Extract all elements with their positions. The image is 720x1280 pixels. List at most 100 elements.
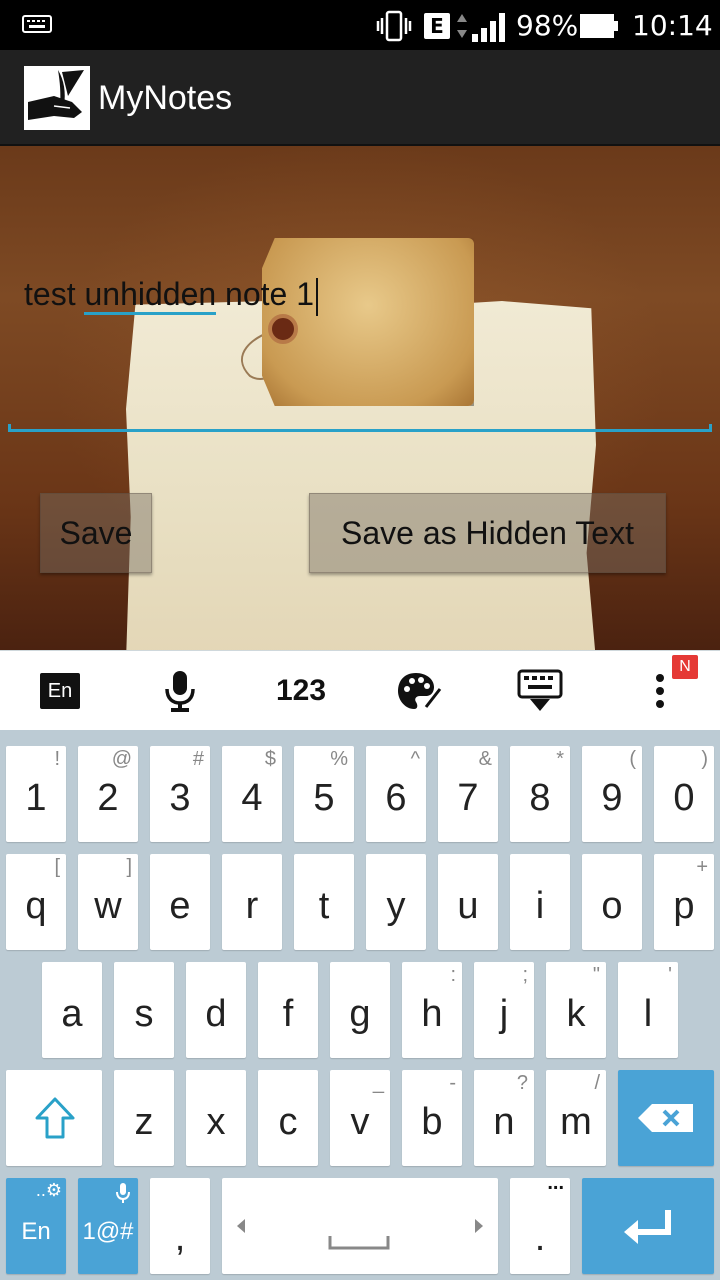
key-hint: %: [330, 748, 348, 770]
network-type-icon: E: [424, 13, 450, 39]
key-hint: ): [701, 748, 708, 770]
key-hint: [: [54, 856, 60, 878]
numbers-icon[interactable]: 123: [266, 651, 336, 731]
key-hint: ;: [522, 964, 528, 986]
key-label: 6: [385, 777, 407, 819]
save-hidden-button[interactable]: Save as Hidden Text: [309, 493, 666, 573]
key-0[interactable]: ) 0: [654, 746, 714, 842]
key-a[interactable]: a: [42, 962, 102, 1058]
key-b[interactable]: -b: [402, 1070, 462, 1166]
key-hint: -: [449, 1072, 456, 1094]
key-s[interactable]: s: [114, 962, 174, 1058]
key-i[interactable]: i: [510, 854, 570, 950]
shift-icon: [35, 1097, 75, 1139]
key-label: d: [205, 993, 227, 1035]
key-w[interactable]: ] w: [78, 854, 138, 950]
key-label: 2: [97, 777, 119, 819]
key-x[interactable]: x: [186, 1070, 246, 1166]
note-input[interactable]: test unhidden note 1: [24, 274, 319, 316]
key-t[interactable]: t: [294, 854, 354, 950]
palette-icon[interactable]: [390, 651, 450, 731]
key-hint: ?: [516, 1072, 528, 1094]
key-e[interactable]: e: [150, 854, 210, 950]
key-label: 7: [457, 777, 479, 819]
hide-keyboard-icon[interactable]: [510, 651, 570, 731]
period-key[interactable]: ... .: [510, 1172, 570, 1274]
key-o[interactable]: o: [582, 854, 642, 950]
keyboard-toolbar: En 123: [0, 650, 720, 730]
key-hint: !: [54, 748, 60, 770]
key-hint: ': [668, 964, 672, 986]
microphone-icon[interactable]: [150, 651, 210, 731]
key-label: l: [643, 993, 653, 1035]
shift-key[interactable]: [6, 1070, 102, 1166]
language-icon[interactable]: En: [40, 673, 80, 709]
key-v[interactable]: _ v: [330, 1070, 390, 1166]
key-k[interactable]: " k: [546, 962, 606, 1058]
key-g[interactable]: g: [330, 962, 390, 1058]
key-hint: +: [696, 856, 708, 878]
key-hint: (: [629, 748, 636, 770]
key-hint: :: [450, 964, 456, 986]
note-text-suggestion: unhidden: [84, 276, 217, 315]
key-3[interactable]: #3: [150, 746, 210, 842]
save-button[interactable]: Save: [40, 493, 152, 573]
key-f[interactable]: f: [258, 962, 318, 1058]
key-label: c: [278, 1101, 298, 1143]
key-label: 5: [313, 777, 335, 819]
key-label: y: [386, 885, 406, 927]
key-label: z: [134, 1101, 154, 1143]
key-q[interactable]: [q: [6, 854, 66, 950]
key-label: j: [499, 993, 509, 1035]
key-r[interactable]: r: [222, 854, 282, 950]
cursor-right-icon: [475, 1219, 483, 1233]
space-key[interactable]: [222, 1178, 498, 1274]
key-label: e: [169, 885, 191, 927]
key-z[interactable]: z: [114, 1070, 174, 1166]
battery-icon: [580, 14, 618, 38]
key-n[interactable]: ? n: [474, 1070, 534, 1166]
key-j[interactable]: ; j: [474, 962, 534, 1058]
key-label: 3: [169, 777, 191, 819]
status-bar: E 98% 10:14: [0, 0, 720, 50]
key-h[interactable]: :h: [402, 962, 462, 1058]
backspace-key[interactable]: [618, 1070, 714, 1166]
comma-key[interactable]: ,: [150, 1178, 210, 1274]
key-d[interactable]: d: [186, 962, 246, 1058]
key-c[interactable]: c: [258, 1070, 318, 1166]
key-6[interactable]: ^ 6: [366, 746, 426, 842]
enter-key[interactable]: [582, 1178, 714, 1274]
key-9[interactable]: (9: [582, 746, 642, 842]
key-hint: ]: [126, 856, 132, 878]
data-activity-icon: [457, 14, 467, 38]
key-label: h: [421, 993, 443, 1035]
symbols-key[interactable]: 1@#: [78, 1178, 138, 1274]
key-label: b: [421, 1101, 443, 1143]
key-2[interactable]: @2: [78, 746, 138, 842]
key-label: m: [560, 1101, 592, 1143]
key-8[interactable]: * 8: [510, 746, 570, 842]
key-u[interactable]: u: [438, 854, 498, 950]
key-label: w: [94, 885, 122, 927]
text-cursor: [316, 277, 319, 316]
key-l[interactable]: ' l: [618, 962, 678, 1058]
key-label: x: [206, 1101, 226, 1143]
key-1[interactable]: ! 1: [6, 746, 66, 842]
key-hint: _: [372, 1072, 384, 1094]
key-p[interactable]: + p: [654, 854, 714, 950]
key-label: 1: [25, 777, 47, 819]
key-hint: &: [478, 748, 492, 770]
key-hint: #: [192, 748, 204, 770]
key-7[interactable]: & 7: [438, 746, 498, 842]
signal-icon: [472, 13, 505, 42]
key-label: 4: [241, 777, 263, 819]
language-key[interactable]: ..⚙ En: [6, 1178, 66, 1274]
keyboard: ! 1 @2 #3 $4% 5 ^ 6 & 7 * 8(9) 0 [q] w e r t y u i o + p asdfg…: [0, 730, 720, 1280]
key-label: s: [134, 993, 154, 1035]
key-hint: $: [264, 748, 276, 770]
key-5[interactable]: % 5: [294, 746, 354, 842]
note-text-part: test: [24, 276, 85, 312]
key-4[interactable]: $4: [222, 746, 282, 842]
key-m[interactable]: / m: [546, 1070, 606, 1166]
key-y[interactable]: y: [366, 854, 426, 950]
